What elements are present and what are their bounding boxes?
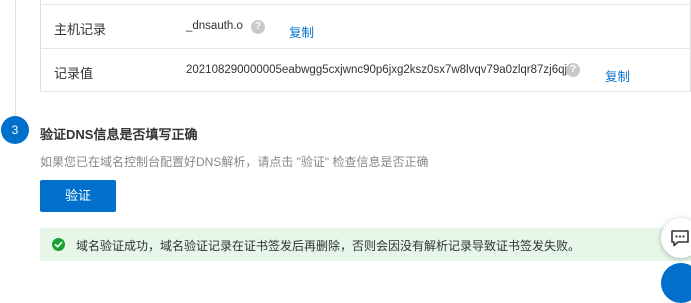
chat-icon xyxy=(671,230,689,247)
success-alert: 域名验证成功，域名验证记录在证书签发后再删除，否则会因没有解析记录导致证书签发失… xyxy=(40,228,691,261)
record-value-text: 202108290000005eabwgg5cxjwnc90p6jxg2ksz0… xyxy=(186,64,568,76)
floating-action-button[interactable] xyxy=(661,263,691,303)
help-icon[interactable]: ? xyxy=(566,63,580,77)
table-bottom-border xyxy=(40,91,691,92)
success-message: 域名验证成功，域名验证记录在证书签发后再删除，否则会因没有解析记录导致证书签发失… xyxy=(76,239,581,253)
step-title: 验证DNS信息是否填写正确 xyxy=(40,127,198,142)
verify-button[interactable]: 验证 xyxy=(40,180,116,212)
table-row-divider xyxy=(40,48,691,49)
help-icon[interactable]: ? xyxy=(251,20,265,34)
record-value-label: 记录值 xyxy=(54,66,94,81)
host-record-value: _dnsauth.o xyxy=(186,20,243,32)
step-connector-line xyxy=(15,0,16,116)
check-circle-icon xyxy=(52,238,65,251)
copy-record-value-link[interactable]: 复制 xyxy=(605,66,630,85)
table-top-border xyxy=(40,4,691,5)
step-description: 如果您已在域名控制台配置好DNS解析，请点击 "验证" 检查信息是否正确 xyxy=(40,155,429,169)
step-number-badge: 3 xyxy=(1,116,29,144)
copy-host-record-link[interactable]: 复制 xyxy=(289,22,314,41)
host-record-label: 主机记录 xyxy=(54,22,107,37)
table-left-border xyxy=(40,0,41,92)
